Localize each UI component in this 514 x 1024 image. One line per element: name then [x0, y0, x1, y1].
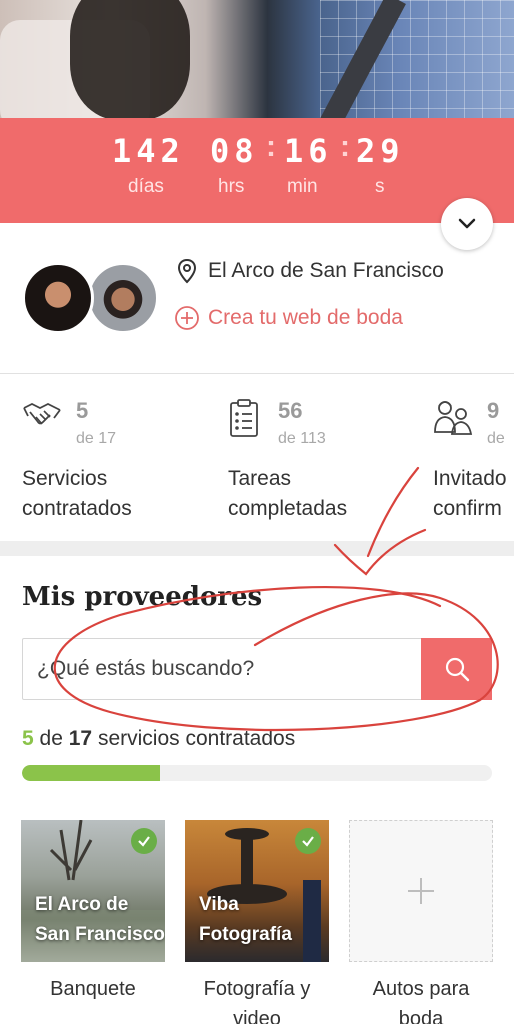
vendor-thumbnail: El Arco de San Francisco — [21, 820, 165, 962]
countdown-days: 142 — [112, 132, 185, 170]
vendor-card-autos[interactable]: Autos para boda — [349, 820, 493, 1024]
services-total: 17 — [68, 727, 93, 750]
vendor-category: Banquete — [50, 978, 136, 1000]
services-done: 5 — [22, 727, 34, 750]
plus-circle-icon — [175, 306, 199, 330]
divider — [0, 373, 514, 374]
vendor-category: Autos para boda — [372, 978, 470, 1024]
services-progress-bar — [22, 765, 492, 781]
stat-total: de — [487, 430, 505, 447]
countdown-seconds: 29 — [356, 132, 405, 170]
stat-value: 56 — [278, 398, 303, 423]
venue-name: El Arco de San Francisco — [208, 259, 444, 282]
create-wedding-web-link[interactable]: Crea tu web de boda — [174, 305, 403, 331]
collapse-header-button[interactable] — [441, 198, 493, 250]
countdown-minutes-label: min — [287, 176, 318, 197]
chevron-down-icon — [458, 218, 476, 229]
search-input[interactable] — [23, 639, 421, 699]
avatar-groom[interactable] — [87, 262, 159, 334]
countdown-separator: : — [266, 130, 276, 163]
stat-value: 9 — [487, 398, 500, 423]
vendor-name: El Arco de San Francisco — [35, 894, 165, 945]
guests-icon — [433, 398, 475, 441]
check-icon — [295, 828, 321, 854]
provider-search — [22, 638, 492, 700]
stat-label: Servicios contratados — [22, 467, 132, 520]
create-web-label: Crea tu web de boda — [208, 306, 403, 329]
search-icon — [445, 657, 469, 682]
venue-location[interactable]: El Arco de San Francisco — [176, 258, 444, 284]
vendor-category: Fotografía y video — [203, 978, 311, 1024]
stat-value: 5 — [76, 398, 89, 423]
stat-label: Invitado confirm — [433, 467, 507, 520]
wedding-countdown: 142 08 : 16 : 29 días hrs min s — [0, 118, 514, 223]
countdown-seconds-label: s — [375, 176, 385, 197]
clipboard-icon — [228, 398, 260, 443]
header-photo — [0, 0, 514, 118]
vendor-card-banquete[interactable]: El Arco de San Francisco Banquete — [21, 820, 165, 1004]
section-title: Mis proveedores — [22, 582, 263, 612]
plus-icon — [408, 878, 434, 904]
services-of: de — [39, 727, 63, 750]
avatar-bride[interactable] — [22, 262, 94, 334]
stat-total: de 17 — [76, 430, 117, 447]
countdown-hours: 08 — [210, 132, 259, 170]
check-icon — [131, 828, 157, 854]
stat-label: Tareas completadas — [228, 467, 348, 520]
search-button[interactable] — [421, 638, 492, 700]
services-progress-text: 5 de 17 servicios contratados — [22, 727, 295, 751]
location-pin-icon — [177, 258, 197, 284]
section-separator — [0, 541, 514, 556]
vendor-card-fotografia[interactable]: Viba Fotografía Fotografía y video — [185, 820, 329, 1024]
countdown-days-label: días — [128, 176, 164, 197]
countdown-hours-label: hrs — [218, 176, 245, 197]
vendor-thumbnail: Viba Fotografía — [185, 820, 329, 962]
services-suffix: servicios contratados — [97, 727, 296, 750]
add-vendor-button[interactable] — [349, 820, 493, 962]
handshake-icon — [22, 398, 62, 437]
progress-fill — [22, 765, 161, 781]
stat-total: de 113 — [278, 430, 326, 447]
vendor-name: Viba Fotografía — [199, 894, 292, 945]
countdown-separator: : — [340, 130, 350, 163]
countdown-minutes: 16 — [284, 132, 333, 170]
